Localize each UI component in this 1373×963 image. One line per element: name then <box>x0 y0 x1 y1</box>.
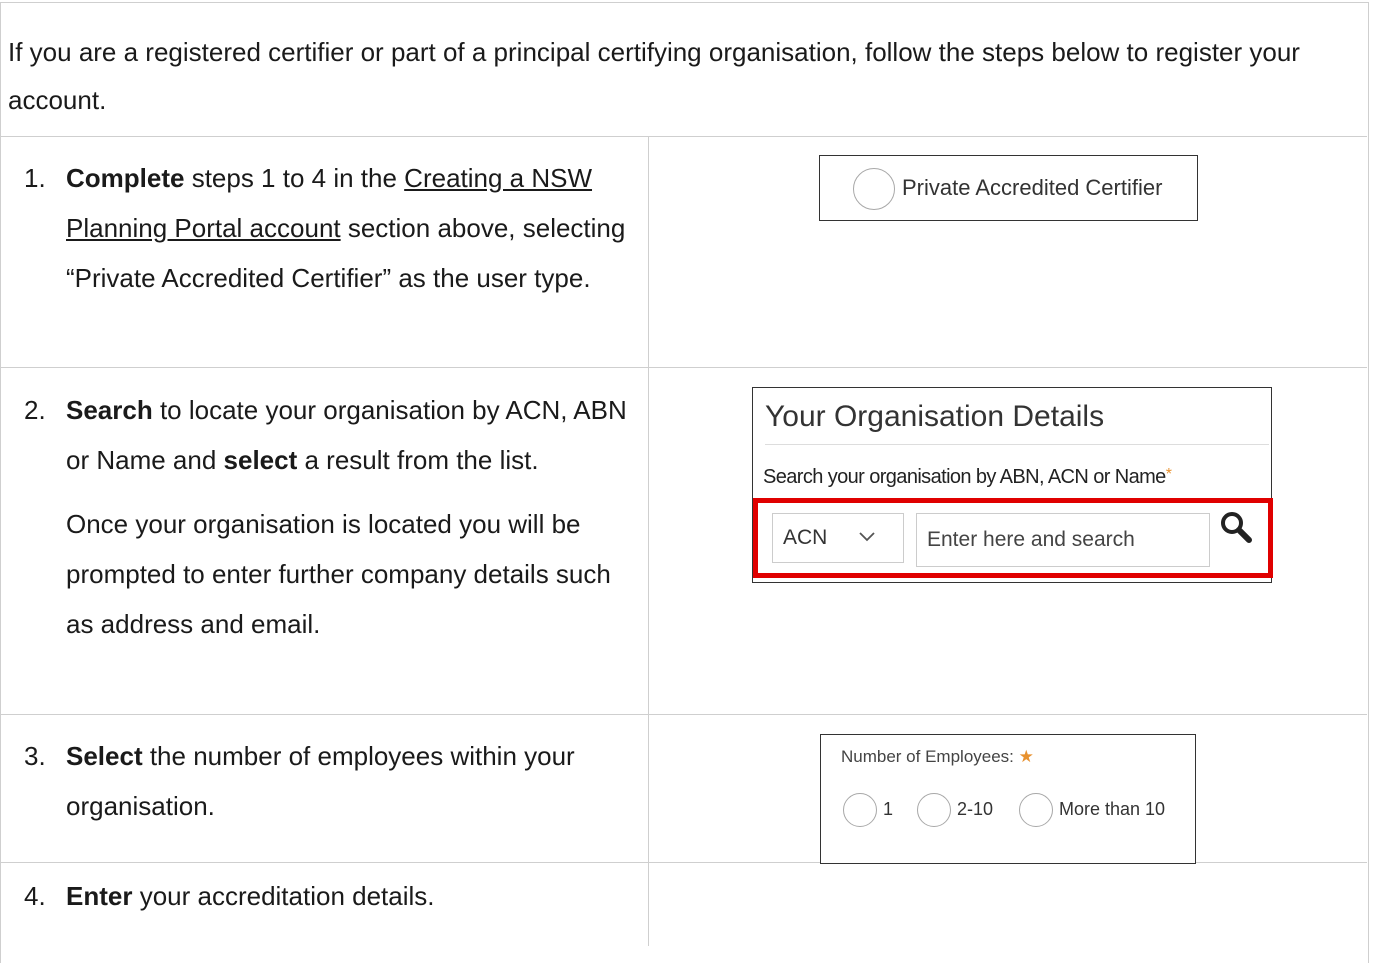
step-text: steps 1 to 4 in the <box>184 163 405 193</box>
column-divider <box>648 136 649 946</box>
radio-label: Private Accredited Certifier <box>902 175 1163 200</box>
highlight-box: ACN <box>753 498 1273 578</box>
row-divider <box>0 714 1367 715</box>
organisation-search-screenshot: Your Organisation Details Search your or… <box>752 387 1273 583</box>
option-label: 1 <box>883 799 894 819</box>
magnifier-icon[interactable] <box>1218 509 1254 545</box>
organisation-search-input[interactable] <box>916 513 1210 567</box>
employees-label: Number of Employees: ★ <box>841 747 1034 766</box>
step-number: 2. <box>24 395 46 425</box>
step-keyword: Search <box>66 395 153 425</box>
private-certifier-radio[interactable] <box>853 168 895 210</box>
step-keyword: Select <box>66 741 143 771</box>
section-title: Your Organisation Details <box>765 400 1105 433</box>
employees-screenshot: Number of Employees: ★ 1 2-10 More than … <box>820 734 1196 864</box>
step-note: Once your organisation is located you wi… <box>66 509 611 639</box>
step-number: 4. <box>24 881 46 911</box>
step-4: 4. Enter your accreditation details. <box>24 871 634 921</box>
employees-radio-more-than-10[interactable] <box>1019 793 1053 827</box>
option-label: More than 10 <box>1059 799 1166 819</box>
step-2: 2. Search to locate your organisation by … <box>24 385 634 649</box>
employees-radio-2-10[interactable] <box>917 793 951 827</box>
row-divider <box>0 367 1367 368</box>
row-divider <box>0 136 1367 137</box>
title-divider <box>765 444 1269 445</box>
employees-radio-1[interactable] <box>843 793 877 827</box>
intro-text: If you are a registered certifier or par… <box>8 37 1300 115</box>
search-label: Search your organisation by ABN, ACN or … <box>763 466 1172 488</box>
select-value: ACN <box>783 526 828 549</box>
step-3: 3. Select the number of employees within … <box>24 731 634 831</box>
step-1: 1. Complete steps 1 to 4 in the Creating … <box>24 153 634 303</box>
chevron-down-icon <box>859 532 875 542</box>
required-star-icon: * <box>1165 466 1172 483</box>
option-label: 2-10 <box>957 799 994 819</box>
user-type-screenshot: Private Accredited Certifier <box>819 155 1198 221</box>
step-keyword: Complete <box>66 163 185 193</box>
step-keyword: select <box>223 445 298 475</box>
search-type-select[interactable]: ACN <box>772 513 904 563</box>
step-number: 3. <box>24 741 46 771</box>
step-text: the number of employees within your orga… <box>66 741 575 821</box>
step-text: your accreditation details. <box>132 881 435 911</box>
step-number: 1. <box>24 163 46 193</box>
step-text: a result from the list. <box>297 445 539 475</box>
required-star-icon: ★ <box>1018 747 1034 766</box>
step-keyword: Enter <box>66 881 133 911</box>
